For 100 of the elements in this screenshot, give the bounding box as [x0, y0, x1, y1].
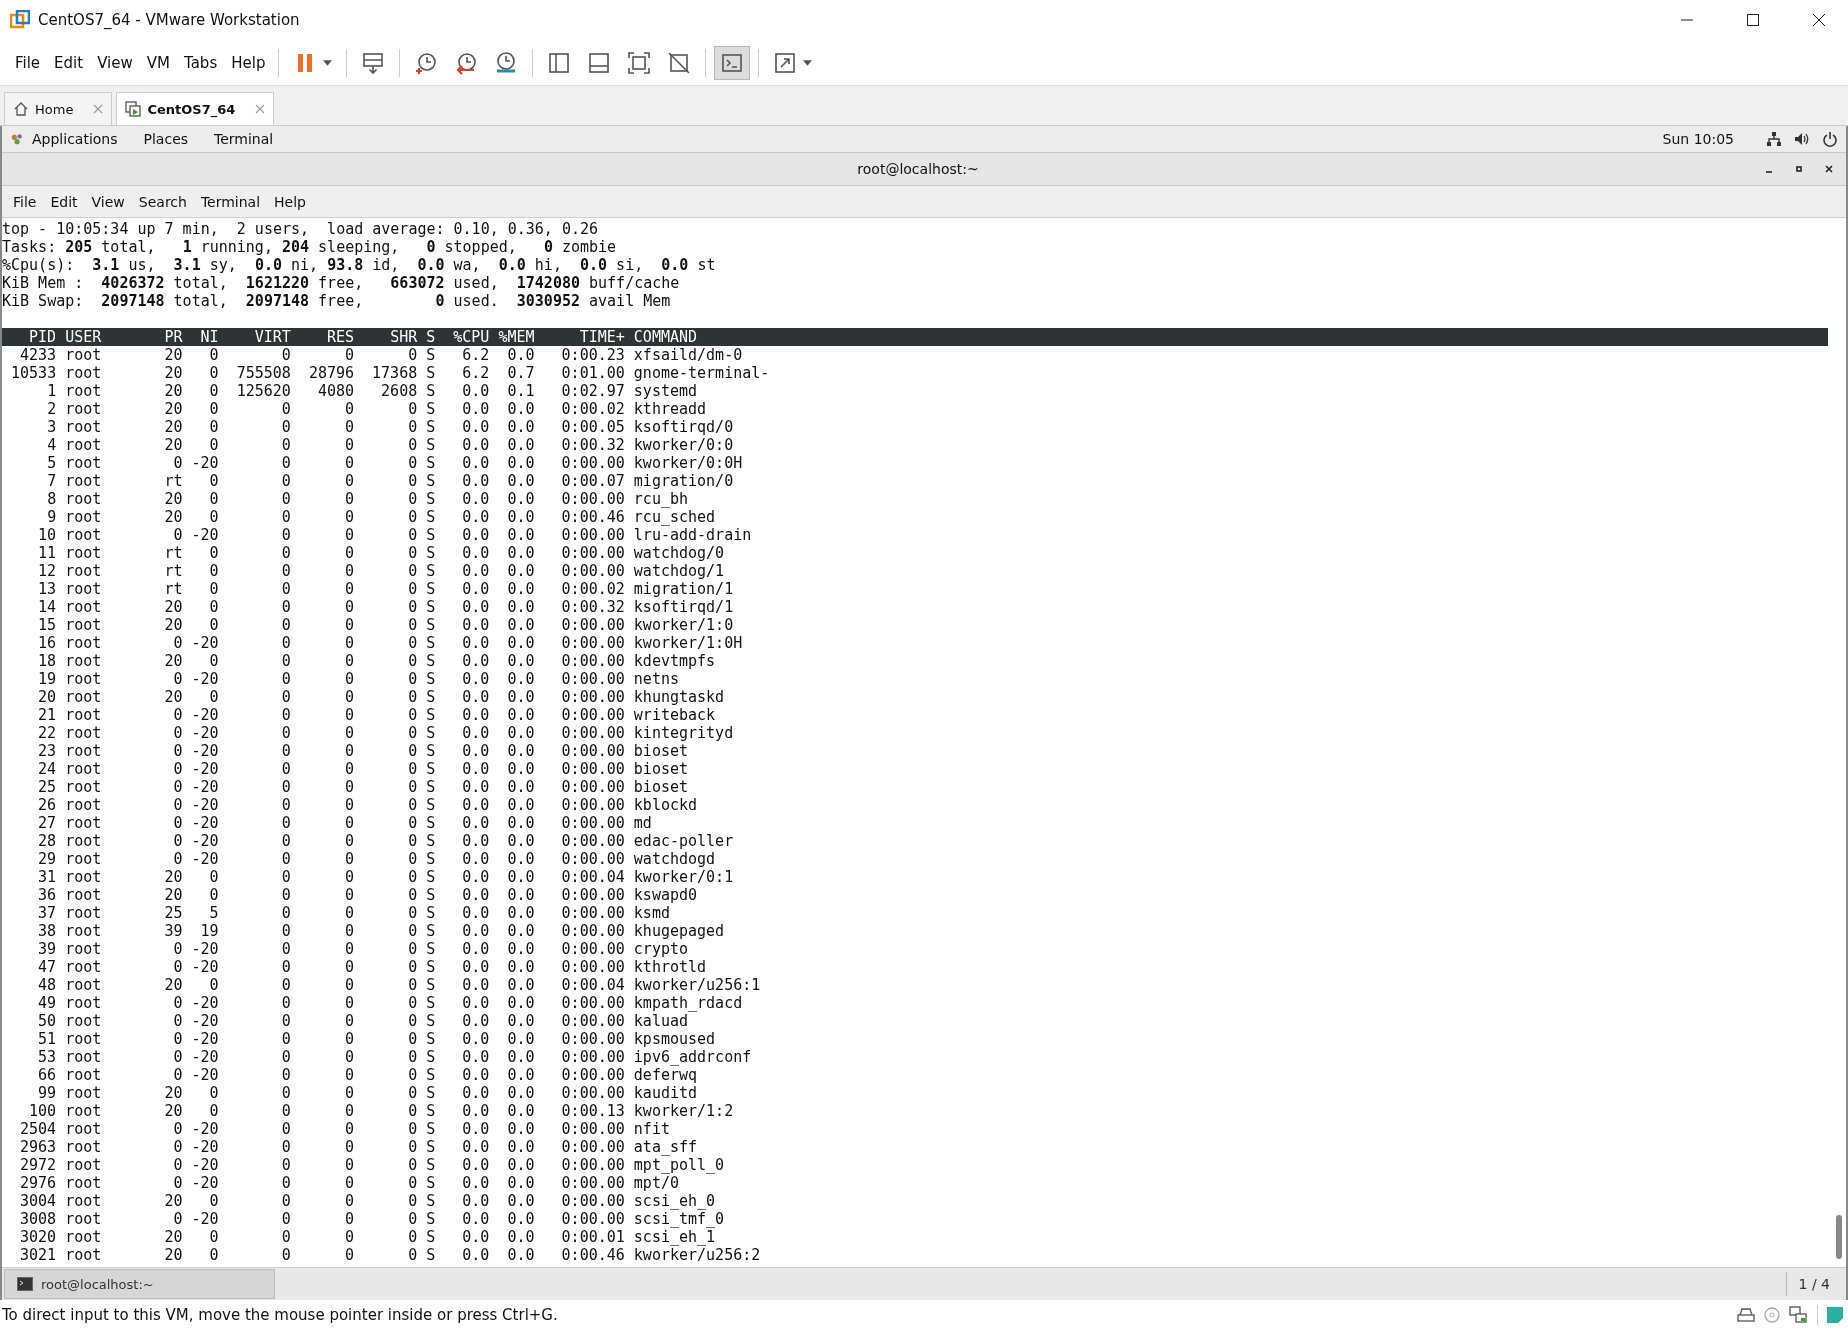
scrollbar-thumb[interactable]	[1836, 1215, 1842, 1259]
table-cell-text: 0:00.00	[560, 778, 625, 796]
network-icon[interactable]	[1766, 131, 1782, 147]
close-icon[interactable]	[1824, 164, 1834, 174]
table-cell-text: 0	[280, 832, 291, 850]
table-cell-text: 0.0	[461, 1210, 490, 1228]
table-cell: S	[426, 454, 436, 472]
table-cell: S	[426, 1048, 436, 1066]
table-cell-text: 0	[280, 778, 291, 796]
panel-menu[interactable]: Terminal	[214, 131, 274, 147]
table-cell-text: 14	[37, 598, 57, 616]
table-cell-text: 20	[163, 400, 183, 418]
table-cell-text: 0:00.46	[560, 1246, 625, 1264]
table-cell-text: 0	[280, 616, 291, 634]
table-cell-text: 0	[280, 1084, 291, 1102]
table-cell-text: 48	[37, 976, 57, 994]
table-cell-text: 0	[407, 814, 418, 832]
table-cell-text: 0.0	[461, 850, 490, 868]
table-cell: -20	[191, 958, 219, 976]
menu-item[interactable]: View	[90, 53, 140, 72]
menu-item[interactable]: Edit	[47, 53, 91, 72]
workspace-indicator[interactable]: 1 / 4	[1785, 1272, 1842, 1296]
table-cell-text: kworker/1:0	[633, 616, 735, 634]
maximize-icon[interactable]	[1794, 164, 1804, 174]
clock[interactable]: Sun 10:05	[1662, 131, 1734, 147]
table-cell-text: 0.0	[461, 1174, 490, 1192]
table-cell-text: root	[65, 364, 103, 382]
table-cell-text: 0	[407, 1084, 418, 1102]
table-cell-text: root	[65, 976, 103, 994]
table-cell-text: 0	[344, 994, 355, 1012]
menu-item[interactable]: Edit	[43, 193, 85, 210]
table-cell-text: root	[65, 346, 103, 364]
table-cell-text: 0.0	[506, 724, 535, 742]
table-cell-text: 0.0	[461, 562, 490, 580]
table-cell-text: kworker/0:0H	[633, 454, 744, 472]
table-cell-text: 3020	[19, 1228, 57, 1246]
table-cell-text: 0	[280, 868, 291, 886]
table-cell-text: 0:00.00	[560, 814, 625, 832]
message-icon[interactable]	[1826, 1306, 1844, 1324]
table-cell-text: 0	[344, 670, 355, 688]
console-button[interactable]	[714, 45, 751, 80]
menu-item[interactable]: File	[6, 193, 44, 210]
close-icon[interactable]	[1812, 13, 1826, 27]
panel-menu[interactable]: Applications	[32, 131, 118, 147]
table-cell-text: 0	[208, 598, 219, 616]
table-cell-text: 0:00.00	[560, 670, 625, 688]
table-cell-text: 0	[280, 1156, 291, 1174]
menu-item[interactable]: File	[8, 53, 48, 72]
table-cell: S	[426, 706, 436, 724]
vm-tab[interactable]: CentOS7_64	[116, 92, 275, 125]
table-cell-text: 20	[163, 490, 183, 508]
table-cell-text: root	[65, 1228, 103, 1246]
app-icon	[10, 10, 30, 30]
table-cell-text: 0	[208, 1192, 219, 1210]
table-cell-text: edac-poller	[633, 832, 735, 850]
menu-item[interactable]: View	[84, 193, 132, 210]
menu-item[interactable]: Help	[267, 193, 313, 210]
table-cell-text: root	[65, 742, 103, 760]
window-list-item[interactable]: root@localhost:~	[4, 1269, 275, 1299]
table-cell-text: 0	[208, 976, 219, 994]
table-cell-text: ksmd	[633, 904, 671, 922]
table-cell-text: 0	[407, 436, 418, 454]
menu-item[interactable]: Terminal	[193, 193, 268, 210]
disk-icon[interactable]	[1737, 1306, 1755, 1324]
table-cell-text: 0.0	[506, 490, 535, 508]
table-cell: -20	[191, 1210, 219, 1228]
volume-icon[interactable]	[1794, 131, 1810, 147]
table-cell-text: 12	[37, 562, 57, 580]
network-adapter-icon[interactable]	[1789, 1306, 1807, 1324]
menu-item[interactable]: Help	[224, 53, 273, 72]
table-cell-text: root	[65, 652, 103, 670]
table-cell-text: 0	[208, 346, 219, 364]
menu-item[interactable]: VM	[139, 53, 177, 72]
table-cell-text: kpsmoused	[633, 1030, 717, 1048]
table-cell-text: 0	[344, 562, 355, 580]
sidebar-layout-icon	[547, 50, 572, 75]
vm-icon	[125, 101, 142, 117]
power-icon[interactable]	[1822, 131, 1838, 147]
table-cell-text: 0:00.32	[560, 598, 625, 616]
table-cell-text: 0	[407, 1228, 418, 1246]
table-cell-text: 0.0	[461, 940, 490, 958]
table-cell-text: 9	[46, 508, 57, 526]
house-icon	[13, 101, 29, 117]
maximize-icon[interactable]	[1746, 13, 1760, 27]
table-cell-text: crypto	[633, 940, 689, 958]
menu-item[interactable]: Search	[131, 193, 194, 210]
table-cell-text: root	[65, 436, 103, 454]
table-cell-text: 0.0	[506, 1048, 535, 1066]
table-cell: -20	[191, 634, 219, 652]
table-cell-text: 0	[407, 1102, 418, 1120]
panel-menu[interactable]: Places	[143, 131, 189, 147]
bottom-panel-icon	[587, 50, 612, 75]
vm-tab[interactable]: Home	[4, 92, 113, 125]
table-cell-text: 20	[163, 382, 183, 400]
table-cell-text: 0	[172, 814, 183, 832]
table-cell-text: 0:00.00	[560, 616, 625, 634]
menu-item[interactable]: Tabs	[177, 53, 225, 72]
table-cell-text: 0.0	[506, 706, 535, 724]
table-cell-text: 0	[280, 706, 291, 724]
table-cell-text: root	[65, 1066, 103, 1084]
